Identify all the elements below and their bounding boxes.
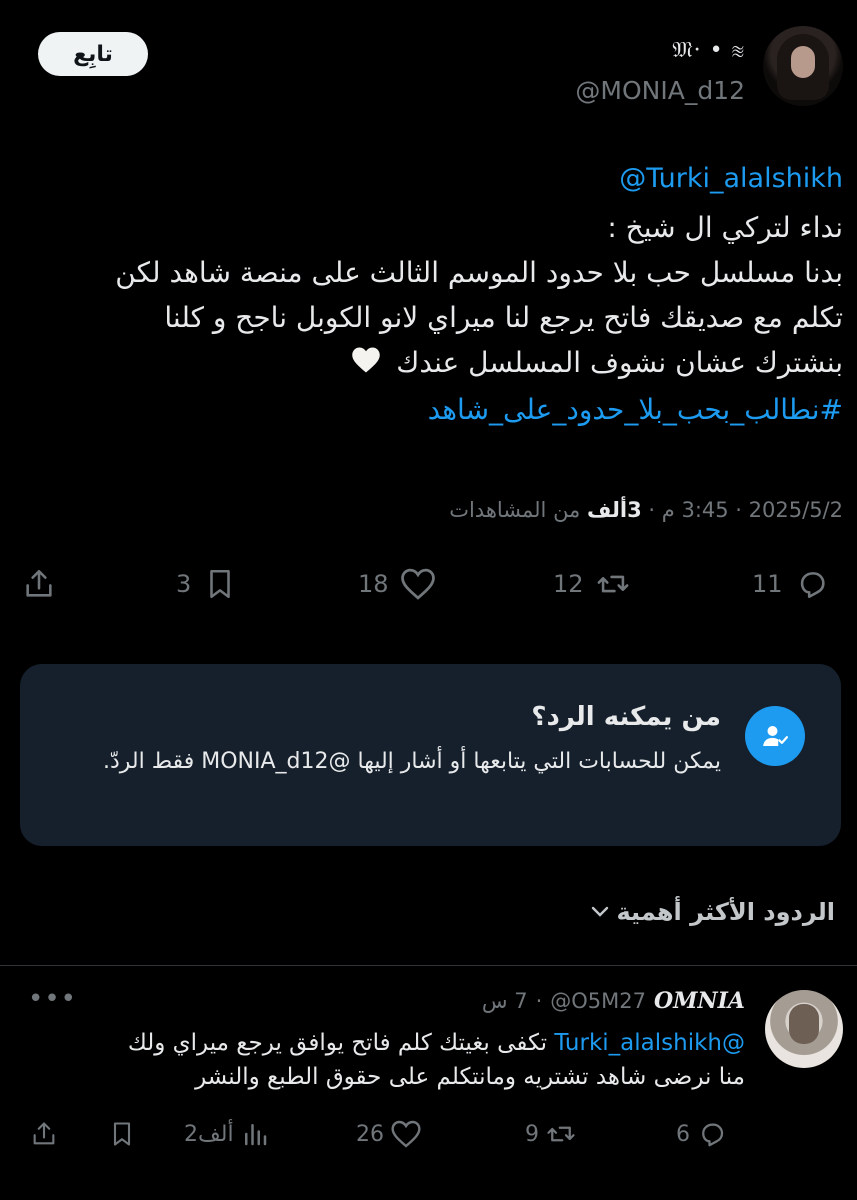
reply-action[interactable]: 11: [752, 562, 831, 606]
tweet-line: بنشترك عشان نشوف المسلسل عندك: [13, 340, 843, 387]
retweet-count: 12: [553, 570, 584, 598]
heart-outline-icon: [391, 1120, 421, 1148]
reply-time[interactable]: 7 س: [482, 989, 528, 1013]
replies-sort-dropdown[interactable]: الردود الأكثر أهمية: [590, 898, 835, 926]
share-icon: [33, 1122, 55, 1145]
reply-like-count: 26: [356, 1121, 384, 1147]
reply-mention[interactable]: @Turki_alalshikh: [554, 1030, 745, 1056]
reply-count: 11: [752, 570, 783, 598]
tweet-line: نداء لتركي ال شيخ :: [607, 211, 843, 244]
tweet-text: نداء لتركي ال شيخ : بدنا مسلسل حب بلا حد…: [13, 205, 843, 432]
views-bar-chart-icon: [244, 1124, 266, 1146]
reply-retweet-action[interactable]: 9: [525, 1114, 577, 1154]
author-display-name[interactable]: 𝔐· • ≋: [672, 38, 745, 63]
reply-text: @Turki_alalshikh تكفى بغيتك كلم فاتح يوا…: [25, 1026, 745, 1094]
like-action[interactable]: 18: [358, 562, 437, 606]
more-options-icon[interactable]: •••: [28, 984, 77, 1014]
author-handle[interactable]: @MONIA_d12: [575, 76, 745, 105]
retweet-icon: [547, 1126, 575, 1142]
tweet-line-text: بنشترك عشان نشوف المسلسل عندك: [396, 346, 843, 379]
reply-author-name[interactable]: OMNIA: [654, 988, 745, 1014]
reply-like-action[interactable]: 26: [356, 1114, 422, 1154]
reply-icon: [793, 565, 831, 603]
reply-line-text: تكفى بغيتك كلم فاتح يوافق يرجع ميراي ولك: [127, 1030, 548, 1056]
share-action[interactable]: [20, 562, 58, 606]
reply-avatar-face: [789, 1004, 819, 1044]
white-heart-icon: [351, 342, 381, 387]
display-name-text: 𝔐·: [672, 38, 702, 63]
divider: [0, 965, 857, 966]
tweet-date[interactable]: 2025/5/2: [749, 498, 843, 522]
share-icon: [20, 565, 58, 603]
retweet-icon: [594, 565, 632, 603]
reply-reply-action[interactable]: 6: [676, 1114, 728, 1154]
reply-retweet-count: 9: [525, 1121, 539, 1147]
bookmark-icon: [201, 565, 239, 603]
tweet-meta: 2025/5/2 · 3:45 م · 3ألف من المشاهدات: [449, 498, 843, 522]
display-name-suffix: • ≋: [709, 38, 745, 63]
tweet-line: بدنا مسلسل حب بلا حدود الموسم الثالث على…: [115, 256, 843, 289]
bookmark-action[interactable]: 3: [176, 562, 239, 606]
reply-card-text: يمكن للحسابات التي يتابعها أو أشار إليها…: [102, 749, 721, 774]
tweet-time[interactable]: 3:45 م: [662, 498, 729, 522]
reply-bookmark-action[interactable]: [108, 1114, 136, 1154]
reply-line: @Turki_alalshikh تكفى بغيتك كلم فاتح يوا…: [25, 1026, 745, 1060]
reply-card-title: من يمكنه الرد؟: [531, 702, 721, 732]
reply-icon: [702, 1123, 724, 1147]
author-avatar[interactable]: [763, 26, 843, 106]
chevron-down-icon: [590, 898, 610, 926]
tweet-views-label: من المشاهدات: [449, 498, 581, 522]
bookmark-count: 3: [176, 570, 192, 598]
reply-author-handle[interactable]: @O5M27: [550, 989, 646, 1013]
follow-button[interactable]: تابِع: [38, 32, 148, 76]
sort-label: الردود الأكثر أهمية: [616, 898, 835, 926]
tweet-views-count: 3ألف: [587, 498, 642, 522]
reply-views-count: 2ألف: [184, 1121, 234, 1147]
reply-author-avatar[interactable]: [765, 990, 843, 1068]
reply-line: منا نرضى شاهد تشتريه ومانتكلم على حقوق ا…: [195, 1064, 745, 1090]
bookmark-icon: [113, 1122, 131, 1146]
like-count: 18: [358, 570, 389, 598]
avatar-face: [791, 46, 815, 78]
retweet-action[interactable]: 12: [553, 562, 632, 606]
reply-share-action[interactable]: [30, 1114, 58, 1154]
tweet-line: تكلم مع صديقك فاتح يرجع لنا ميراي لانو ا…: [164, 301, 843, 334]
user-check-icon: [745, 706, 805, 766]
tweet-mention[interactable]: @Turki_alalshikh: [619, 163, 843, 194]
reply-header: OMNIA @O5M27 · 7 س: [481, 988, 745, 1014]
reply-reply-count: 6: [676, 1121, 690, 1147]
tweet-hashtag[interactable]: #نطالب_بحب_بلا_حدود_على_شاهد: [13, 387, 843, 432]
reply-views-action[interactable]: 2ألف: [184, 1114, 270, 1154]
heart-outline-icon: [399, 565, 437, 603]
